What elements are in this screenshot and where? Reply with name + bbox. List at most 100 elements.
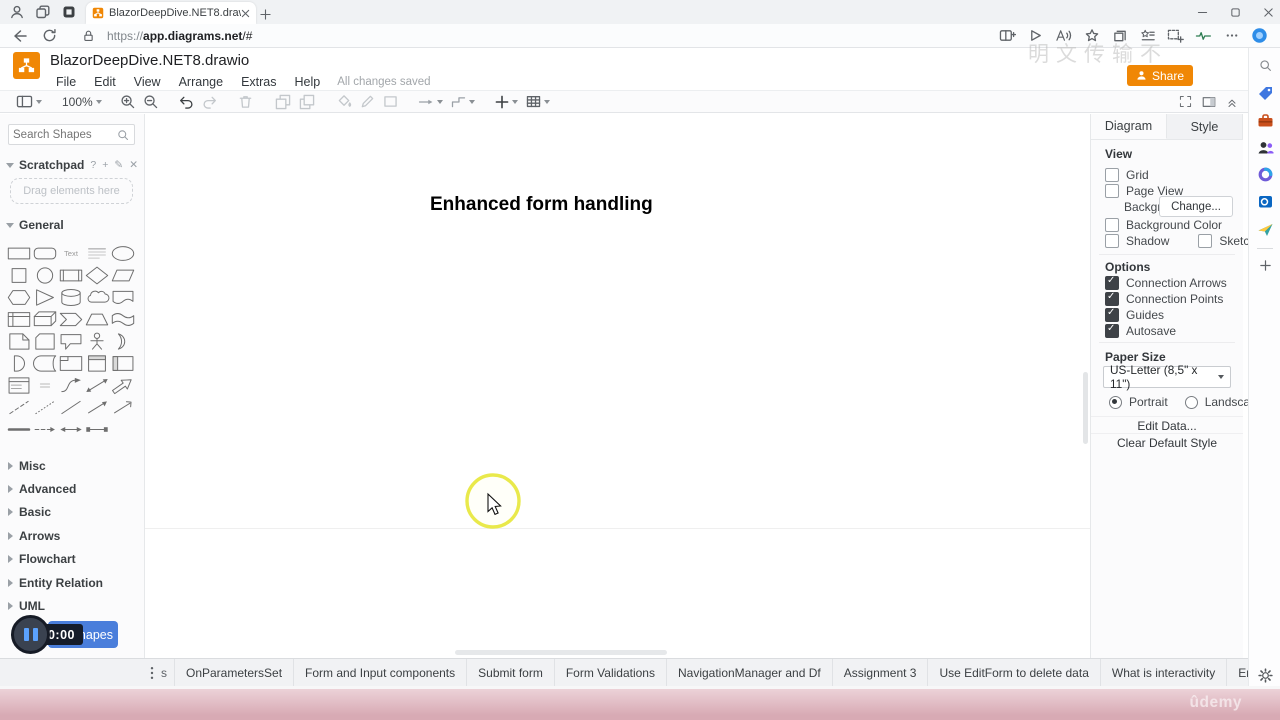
web-capture-icon[interactable] [1167,27,1184,44]
portrait-radio[interactable] [1109,395,1122,409]
outlook-icon[interactable] [1256,192,1274,210]
connection-points-checkbox[interactable] [1105,291,1119,306]
collections-icon[interactable] [1111,27,1128,44]
shape-card[interactable] [32,330,58,352]
shape-data-storage[interactable] [32,352,58,374]
shape-actor[interactable] [84,330,110,352]
insert-dropdown[interactable] [491,91,522,112]
shape-horizontal-container[interactable] [110,352,136,374]
page-tab-onparametersset[interactable]: OnParametersSet [175,659,295,686]
shape-vertical-container[interactable] [84,352,110,374]
shape-rounded-rectangle[interactable] [32,242,58,264]
page-tab-assignment-3[interactable]: Assignment 3 [833,659,929,686]
help-icon[interactable]: ? [90,159,96,171]
favorites-icon[interactable] [1083,27,1100,44]
tab-diagram[interactable]: Diagram [1091,114,1167,139]
shape-rectangle[interactable] [6,242,32,264]
landscape-radio[interactable] [1184,395,1198,409]
menu-file[interactable]: File [47,73,85,91]
shape-dotted-line[interactable] [32,396,58,418]
shape-link[interactable] [6,418,32,440]
browser-essentials-icon[interactable] [1195,27,1212,44]
shape-square[interactable] [6,264,32,286]
shape-tape[interactable] [110,308,136,330]
grid-checkbox-row[interactable]: Grid [1105,168,1149,182]
shape-text[interactable]: Text [58,242,84,264]
shape-hexagon[interactable] [6,286,32,308]
to-back-icon[interactable] [295,91,319,112]
line-color-icon[interactable] [356,91,379,112]
sidebar-section-misc[interactable]: Misc [0,454,144,477]
canvas[interactable]: Enhanced form handling [145,114,1090,658]
shape-diagonal-arrow[interactable] [110,396,136,418]
url-field[interactable]: https://app.diagrams.net/# [107,29,252,43]
share-button[interactable]: Share [1126,65,1193,86]
drop-icon[interactable] [1256,220,1274,238]
sketch-checkbox[interactable] [1198,234,1213,248]
people-icon[interactable] [1256,138,1274,156]
horizontal-scrollbar[interactable] [455,650,667,655]
menu-arrange[interactable]: Arrange [170,73,232,91]
edit-icon[interactable]: ✎ [114,159,123,171]
menu-help[interactable]: Help [286,73,330,91]
connection-arrows-checkbox[interactable] [1105,275,1119,290]
fullscreen-icon[interactable] [1179,95,1192,108]
page-tab-use-editform-to-delete-data[interactable]: Use EditForm to delete data [928,659,1101,686]
loop-icon[interactable] [1256,165,1274,183]
window-minimize-icon[interactable] [1197,7,1208,18]
window-maximize-icon[interactable] [1230,7,1241,18]
page-tab-navigationmanager-and-df[interactable]: NavigationManager and Df [667,659,833,686]
sidebar-section-entity-relation[interactable]: Entity Relation [0,571,144,594]
menu-edit[interactable]: Edit [85,73,125,91]
back-icon[interactable] [10,27,27,44]
close-icon[interactable]: ✕ [129,159,138,171]
clear-default-style-button[interactable]: Clear Default Style [1091,433,1243,451]
more-menu-icon[interactable] [1223,27,1240,44]
diagram-heading[interactable]: Enhanced form handling [430,194,653,216]
zoom-dropdown[interactable]: 100% [58,91,106,112]
shape-process[interactable] [58,264,84,286]
connection-style-dropdown[interactable] [414,91,447,112]
waypoint-style-dropdown[interactable] [447,91,479,112]
table-dropdown[interactable] [522,91,554,112]
shape-style-icon[interactable] [379,91,402,112]
add-icon[interactable]: + [102,159,108,171]
page-tab-what-is-interactivity[interactable]: What is interactivity [1101,659,1228,686]
redo-icon[interactable] [198,91,222,112]
page-tab-overflow[interactable]: s [154,659,175,686]
tab-style[interactable]: Style [1167,114,1243,139]
shape-double-arrow[interactable] [58,418,84,440]
background-color-row[interactable]: Background Color [1105,218,1222,232]
collapse-icon[interactable] [1226,96,1238,108]
shape-block-arrow[interactable] [110,374,136,396]
tab-close-icon[interactable] [241,9,250,18]
window-close-icon[interactable] [1263,7,1274,18]
shape-note[interactable] [6,330,32,352]
browser-tab[interactable]: BlazorDeepDive.NET8.drawio - d [86,2,256,24]
copilot-icon[interactable] [1251,27,1268,44]
page-view-checkbox[interactable] [1105,184,1119,198]
option-row-guides[interactable]: Guides [1105,307,1164,322]
sidebar-section-arrows[interactable]: Arrows [0,524,144,547]
shape-cylinder[interactable] [58,286,84,308]
menu-extras[interactable]: Extras [232,73,285,91]
scratchpad-drop-area[interactable]: Drag elements here [10,178,133,204]
shape-line[interactable] [58,396,84,418]
shopping-icon[interactable] [1256,84,1274,102]
option-row-connection-points[interactable]: Connection Points [1105,291,1223,306]
shape-parallelogram[interactable] [110,264,136,286]
option-row-connection-arrows[interactable]: Connection Arrows [1105,275,1227,290]
shape-ellipse[interactable] [110,242,136,264]
shape-and[interactable] [6,352,32,374]
shape-dashed-line[interactable] [6,396,32,418]
toolbox-icon[interactable] [1256,111,1274,129]
shape-bidirectional-arrow[interactable] [84,374,110,396]
shape-cube[interactable] [32,308,58,330]
shape-circle[interactable] [32,264,58,286]
new-tab-button[interactable] [252,3,278,25]
pause-button[interactable] [11,615,50,654]
shape-textbox[interactable] [84,242,110,264]
add-sidebar-item-icon[interactable] [1256,256,1274,274]
option-row-autosave[interactable]: Autosave [1105,323,1176,338]
fill-color-icon[interactable] [333,91,356,112]
